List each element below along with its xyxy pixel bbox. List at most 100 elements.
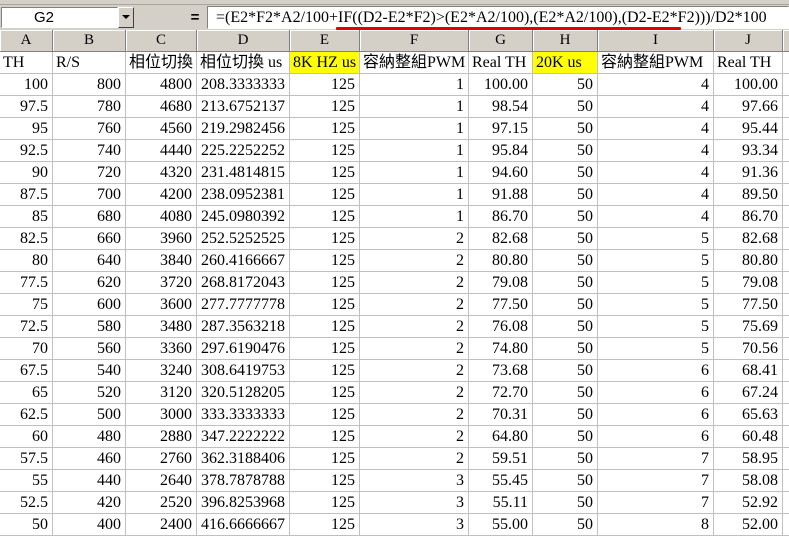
- cell-J3[interactable]: 97.66: [714, 96, 783, 118]
- cell-I10[interactable]: 5: [598, 250, 714, 272]
- cell-C5[interactable]: 4440: [126, 140, 197, 162]
- cell-F11[interactable]: 2: [360, 272, 469, 294]
- partial-column-cell[interactable]: [783, 74, 789, 96]
- cell-G20[interactable]: 55.45: [469, 470, 533, 492]
- cell-E15[interactable]: 125: [290, 360, 360, 382]
- cell-J17[interactable]: 65.63: [714, 404, 783, 426]
- cell-B9[interactable]: 660: [53, 228, 126, 250]
- cell-A7[interactable]: 87.5: [0, 184, 53, 206]
- cell-J19[interactable]: 58.95: [714, 448, 783, 470]
- cell-H22[interactable]: 50: [533, 514, 598, 536]
- cell-J6[interactable]: 91.36: [714, 162, 783, 184]
- cell-C17[interactable]: 3000: [126, 404, 197, 426]
- cell-I9[interactable]: 5: [598, 228, 714, 250]
- cell-D4[interactable]: 219.2982456: [197, 118, 290, 140]
- cell-C3[interactable]: 4680: [126, 96, 197, 118]
- cell-D10[interactable]: 260.4166667: [197, 250, 290, 272]
- cell-B15[interactable]: 540: [53, 360, 126, 382]
- cell-H19[interactable]: 50: [533, 448, 598, 470]
- cell-J20[interactable]: 58.08: [714, 470, 783, 492]
- cell-H11[interactable]: 50: [533, 272, 598, 294]
- cell-J22[interactable]: 52.00: [714, 514, 783, 536]
- cell-G12[interactable]: 77.50: [469, 294, 533, 316]
- cell-C4[interactable]: 4560: [126, 118, 197, 140]
- cell-H9[interactable]: 50: [533, 228, 598, 250]
- partial-column-cell[interactable]: [783, 360, 789, 382]
- cell-H7[interactable]: 50: [533, 184, 598, 206]
- cell-E17[interactable]: 125: [290, 404, 360, 426]
- cell-I5[interactable]: 4: [598, 140, 714, 162]
- cell-A10[interactable]: 80: [0, 250, 53, 272]
- cell-F3[interactable]: 1: [360, 96, 469, 118]
- cell-I17[interactable]: 6: [598, 404, 714, 426]
- cell-A3[interactable]: 97.5: [0, 96, 53, 118]
- cell-J9[interactable]: 82.68: [714, 228, 783, 250]
- column-header-F[interactable]: F: [360, 30, 469, 52]
- cell-E8[interactable]: 125: [290, 206, 360, 228]
- cell-F1[interactable]: 容納整組PWM: [360, 52, 469, 74]
- cell-F2[interactable]: 1: [360, 74, 469, 96]
- cell-G13[interactable]: 76.08: [469, 316, 533, 338]
- cell-C13[interactable]: 3480: [126, 316, 197, 338]
- cell-D8[interactable]: 245.0980392: [197, 206, 290, 228]
- cell-E14[interactable]: 125: [290, 338, 360, 360]
- cell-G18[interactable]: 64.80: [469, 426, 533, 448]
- partial-column-cell[interactable]: [783, 404, 789, 426]
- partial-column-cell[interactable]: [783, 470, 789, 492]
- cell-I20[interactable]: 7: [598, 470, 714, 492]
- cell-F12[interactable]: 2: [360, 294, 469, 316]
- cell-J13[interactable]: 75.69: [714, 316, 783, 338]
- cell-A19[interactable]: 57.5: [0, 448, 53, 470]
- cell-A1[interactable]: TH: [0, 52, 53, 74]
- partial-column-cell[interactable]: [783, 52, 789, 74]
- cell-F22[interactable]: 3: [360, 514, 469, 536]
- cell-E13[interactable]: 125: [290, 316, 360, 338]
- cell-G17[interactable]: 70.31: [469, 404, 533, 426]
- cell-H4[interactable]: 50: [533, 118, 598, 140]
- cell-B21[interactable]: 420: [53, 492, 126, 514]
- cell-J5[interactable]: 93.34: [714, 140, 783, 162]
- cell-D17[interactable]: 333.3333333: [197, 404, 290, 426]
- cell-I2[interactable]: 4: [598, 74, 714, 96]
- cell-D2[interactable]: 208.3333333: [197, 74, 290, 96]
- cell-A17[interactable]: 62.5: [0, 404, 53, 426]
- cell-B11[interactable]: 620: [53, 272, 126, 294]
- cell-D19[interactable]: 362.3188406: [197, 448, 290, 470]
- cell-J2[interactable]: 100.00: [714, 74, 783, 96]
- cell-E1[interactable]: 8K HZ us: [290, 52, 360, 74]
- cell-I22[interactable]: 8: [598, 514, 714, 536]
- cell-F9[interactable]: 2: [360, 228, 469, 250]
- cell-J10[interactable]: 80.80: [714, 250, 783, 272]
- partial-column-cell[interactable]: [783, 294, 789, 316]
- cell-J16[interactable]: 67.24: [714, 382, 783, 404]
- cell-E9[interactable]: 125: [290, 228, 360, 250]
- cell-J8[interactable]: 86.70: [714, 206, 783, 228]
- cell-E5[interactable]: 125: [290, 140, 360, 162]
- cell-G11[interactable]: 79.08: [469, 272, 533, 294]
- cell-G22[interactable]: 55.00: [469, 514, 533, 536]
- cell-A11[interactable]: 77.5: [0, 272, 53, 294]
- cell-C11[interactable]: 3720: [126, 272, 197, 294]
- cell-B3[interactable]: 780: [53, 96, 126, 118]
- cell-B7[interactable]: 700: [53, 184, 126, 206]
- cell-E20[interactable]: 125: [290, 470, 360, 492]
- cell-B8[interactable]: 680: [53, 206, 126, 228]
- cell-C16[interactable]: 3120: [126, 382, 197, 404]
- cell-D21[interactable]: 396.8253968: [197, 492, 290, 514]
- cell-F6[interactable]: 1: [360, 162, 469, 184]
- cell-H1[interactable]: 20K us: [533, 52, 598, 74]
- cell-A16[interactable]: 65: [0, 382, 53, 404]
- cell-J14[interactable]: 70.56: [714, 338, 783, 360]
- column-header-C[interactable]: C: [126, 30, 197, 52]
- cell-H21[interactable]: 50: [533, 492, 598, 514]
- cell-F13[interactable]: 2: [360, 316, 469, 338]
- cell-E4[interactable]: 125: [290, 118, 360, 140]
- cell-C1[interactable]: 相位切換: [126, 52, 197, 74]
- cell-D20[interactable]: 378.7878788: [197, 470, 290, 492]
- cell-F17[interactable]: 2: [360, 404, 469, 426]
- partial-column-cell[interactable]: [783, 338, 789, 360]
- cell-C19[interactable]: 2760: [126, 448, 197, 470]
- column-header-partial[interactable]: [783, 30, 789, 52]
- cell-G15[interactable]: 73.68: [469, 360, 533, 382]
- cell-I4[interactable]: 4: [598, 118, 714, 140]
